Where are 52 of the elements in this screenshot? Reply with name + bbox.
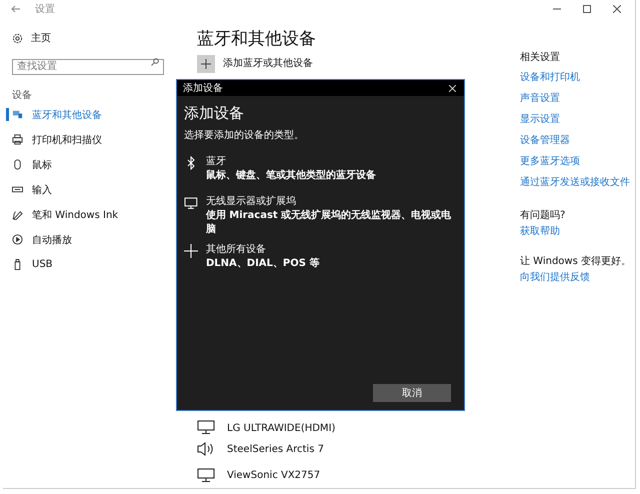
- home-link[interactable]: 主页: [12, 30, 184, 46]
- feedback-heading: 让 Windows 变得更好。: [520, 254, 631, 269]
- device-type-option[interactable]: 蓝牙 鼠标、键盘、笔或其他类型的蓝牙设备: [184, 154, 457, 188]
- settings-link[interactable]: 设备管理器: [520, 133, 631, 154]
- keyboard-icon: [12, 184, 23, 195]
- sidebar-item[interactable]: 鼠标: [12, 152, 184, 177]
- pen-icon: [12, 209, 23, 220]
- printer-icon: [12, 134, 23, 145]
- usb-drive-icon: [12, 259, 23, 270]
- search-field[interactable]: 查找设置: [12, 58, 164, 74]
- window-title: 设置: [35, 2, 55, 16]
- mouse-icon: [12, 159, 23, 170]
- device-name[interactable]: ViewSonic VX2757: [227, 470, 320, 480]
- monitor-icon: [184, 196, 198, 210]
- dialog-subtitle: 选择要添加的设备的类型。: [184, 128, 305, 143]
- back-icon[interactable]: [11, 5, 21, 13]
- settings-link[interactable]: 显示设置: [520, 112, 631, 133]
- device-type-option[interactable]: 其他所有设备 DLNA、DIAL、POS 等: [184, 242, 457, 276]
- sidebar-item[interactable]: USB: [12, 252, 184, 277]
- settings-link[interactable]: 设备和打印机: [520, 70, 631, 91]
- gear-icon: [12, 32, 23, 44]
- sidebar-item[interactable]: 自动播放: [12, 227, 184, 252]
- close-icon[interactable]: [613, 5, 621, 13]
- settings-link[interactable]: 通过蓝牙发送或接收文件: [520, 175, 631, 196]
- device-name[interactable]: LG ULTRAWIDE(HDMI): [227, 423, 336, 434]
- feedback-link[interactable]: 向我们提供反馈: [520, 270, 631, 288]
- cancel-button[interactable]: 取消: [373, 384, 451, 402]
- sidebar-item[interactable]: 输入: [12, 177, 184, 202]
- bluetooth-devices-icon: [12, 109, 23, 120]
- autoplay-icon: [12, 234, 23, 245]
- sidebar-item[interactable]: 笔和 Windows Ink: [12, 202, 184, 227]
- dialog-heading: 添加设备: [184, 104, 245, 124]
- sidebar-item[interactable]: 打印机和扫描仪: [12, 127, 184, 152]
- speaker-icon: [197, 441, 215, 457]
- page-title: 蓝牙和其他设备: [197, 28, 317, 49]
- settings-link[interactable]: 声音设置: [520, 91, 631, 112]
- related-heading: 相关设置: [520, 50, 561, 65]
- device-name[interactable]: SteelSeries Arctis 7: [227, 444, 324, 454]
- monitor-icon: [197, 420, 215, 434]
- plus-icon: [184, 244, 198, 258]
- monitor-icon: [197, 468, 215, 482]
- device-type-option[interactable]: 无线显示器或扩展坞 使用 Miracast 或无线扩展坞的无线监视器、电视或电脑: [184, 194, 457, 236]
- section-heading: 设备: [12, 89, 33, 102]
- maximize-icon[interactable]: [583, 5, 591, 13]
- plus-icon: [201, 59, 211, 69]
- search-icon: [151, 58, 159, 66]
- settings-link[interactable]: 更多蓝牙选项: [520, 154, 631, 175]
- add-button[interactable]: [197, 55, 215, 73]
- add-device-label: 添加蓝牙或其他设备: [223, 56, 313, 71]
- dialog-title: 添加设备: [183, 82, 223, 95]
- help-heading: 有问题吗?: [520, 209, 566, 223]
- help-link[interactable]: 获取帮助: [520, 224, 631, 242]
